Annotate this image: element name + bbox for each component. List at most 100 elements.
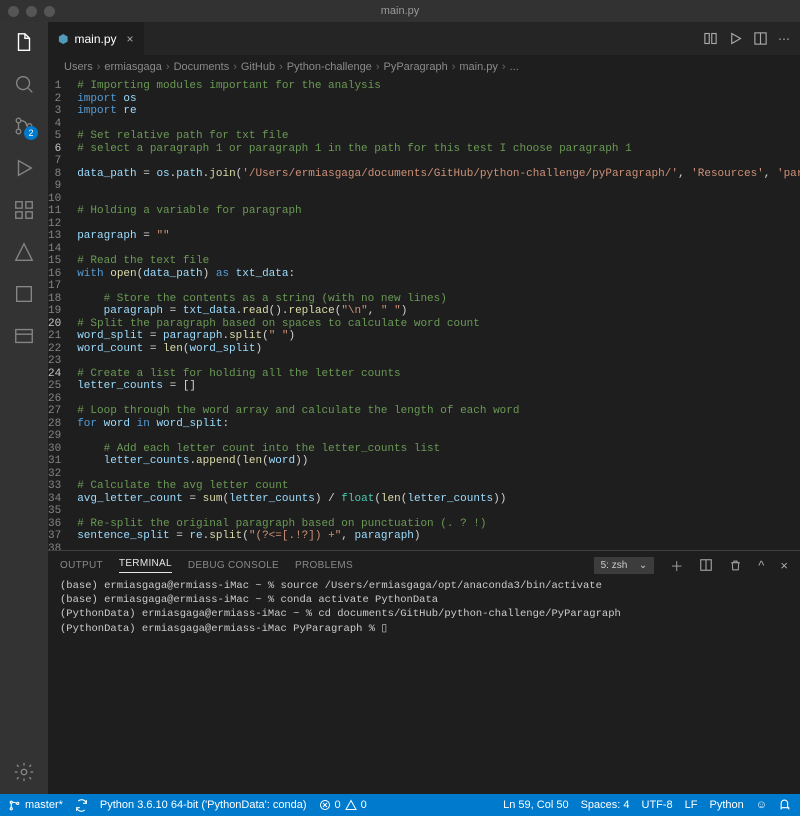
code-line[interactable]: avg_letter_count = sum(letter_counts) / … (77, 493, 800, 506)
code-area[interactable]: # Importing modules important for the an… (77, 78, 800, 550)
minimize-window-icon[interactable] (26, 6, 37, 17)
chevron-right-icon: › (376, 61, 380, 73)
code-line[interactable]: import os (77, 93, 800, 106)
code-line[interactable] (77, 180, 800, 193)
breadcrumb-segment[interactable]: PyParagraph (383, 61, 447, 73)
terminal-selector[interactable]: 5: zsh ⌄ (594, 557, 655, 574)
code-line[interactable]: # Split the paragraph based on spaces to… (77, 318, 800, 331)
eol[interactable]: LF (685, 799, 698, 811)
split-editor-icon[interactable] (753, 31, 768, 46)
plus-icon[interactable]: ＋ (670, 556, 683, 575)
python-interpreter[interactable]: Python 3.6.10 64-bit ('PythonData': cond… (100, 799, 307, 811)
activity-bar: 2 (0, 22, 48, 794)
code-line[interactable]: # Calculate the avg letter count (77, 480, 800, 493)
code-line[interactable] (77, 155, 800, 168)
code-line[interactable]: data_path = os.path.join('/Users/ermiasg… (77, 168, 800, 181)
code-line[interactable]: paragraph = txt_data.read().replace("\n"… (77, 305, 800, 318)
close-window-icon[interactable] (8, 6, 19, 17)
code-line[interactable] (77, 280, 800, 293)
code-line[interactable] (77, 118, 800, 131)
code-line[interactable]: with open(data_path) as txt_data: (77, 268, 800, 281)
code-line[interactable]: # Holding a variable for paragraph (77, 205, 800, 218)
chevron-up-icon[interactable]: ^ (758, 558, 764, 573)
code-line[interactable]: import re (77, 105, 800, 118)
code-line[interactable] (77, 193, 800, 206)
layout-icon[interactable] (12, 324, 36, 348)
cursor-position[interactable]: Ln 59, Col 50 (503, 799, 568, 811)
code-line[interactable] (77, 543, 800, 551)
notifications-icon[interactable] (779, 799, 792, 812)
code-line[interactable]: for word in word_split: (77, 418, 800, 431)
language-mode[interactable]: Python (710, 799, 744, 811)
source-control-icon[interactable]: 2 (12, 114, 36, 138)
python-icon: ⬢ (58, 32, 68, 46)
debug-icon[interactable] (12, 156, 36, 180)
panel-tabs: OUTPUT TERMINAL DEBUG CONSOLE PROBLEMS 5: z… (48, 551, 800, 579)
extensions-icon[interactable] (12, 198, 36, 222)
editor[interactable]: 1234567891011121314151617181920212223242… (48, 78, 800, 550)
code-line[interactable] (77, 393, 800, 406)
code-line[interactable] (77, 243, 800, 256)
breadcrumb-segment[interactable]: Users (64, 61, 93, 73)
indentation[interactable]: Spaces: 4 (581, 799, 630, 811)
trash-icon[interactable] (729, 559, 742, 572)
code-line[interactable]: letter_counts.append(len(word)) (77, 455, 800, 468)
code-line[interactable]: # Re-split the original paragraph based … (77, 518, 800, 531)
panel-tab-debug-console[interactable]: DEBUG CONSOLE (188, 560, 279, 571)
breadcrumb-segment[interactable]: GitHub (241, 61, 275, 73)
window-controls[interactable] (8, 6, 55, 17)
breadcrumb-segment[interactable]: ... (510, 61, 519, 73)
editor-actions: ⋯ (703, 22, 800, 55)
code-line[interactable] (77, 218, 800, 231)
terminal-output[interactable]: (base) ermiasgaga@ermiass-iMac ~ % sourc… (48, 579, 800, 794)
code-line[interactable] (77, 505, 800, 518)
problems-status[interactable]: 0 0 (319, 799, 367, 811)
feedback-icon[interactable]: ☺ (756, 799, 767, 811)
error-count: 0 (335, 799, 341, 811)
bottom-panel: OUTPUT TERMINAL DEBUG CONSOLE PROBLEMS 5: z… (48, 550, 800, 794)
play-icon[interactable] (728, 31, 743, 46)
breadcrumb-segment[interactable]: main.py (459, 61, 498, 73)
branch-label: master* (25, 799, 63, 811)
files-icon[interactable] (12, 30, 36, 54)
breadcrumb-segment[interactable]: Documents (174, 61, 230, 73)
tab-main-py[interactable]: ⬢ main.py × (48, 22, 145, 55)
code-line[interactable]: letter_counts = [] (77, 380, 800, 393)
project-icon[interactable] (12, 282, 36, 306)
breadcrumb-segment[interactable]: ermiasgaga (104, 61, 161, 73)
compare-icon[interactable] (703, 31, 718, 46)
code-line[interactable]: word_split = paragraph.split(" ") (77, 330, 800, 343)
code-line[interactable] (77, 430, 800, 443)
tab-label: main.py (74, 32, 116, 46)
code-line[interactable]: # Set relative path for txt file (77, 130, 800, 143)
maximize-window-icon[interactable] (44, 6, 55, 17)
panel-tab-problems[interactable]: PROBLEMS (295, 560, 353, 571)
chevron-right-icon: › (502, 61, 506, 73)
code-line[interactable]: paragraph = "" (77, 230, 800, 243)
search-icon[interactable] (12, 72, 36, 96)
sync-icon[interactable] (75, 799, 88, 812)
code-line[interactable] (77, 355, 800, 368)
breadcrumb-segment[interactable]: Python-challenge (287, 61, 372, 73)
code-line[interactable]: # select a paragraph 1 or paragraph 1 in… (77, 143, 800, 156)
code-line[interactable]: # Create a list for holding all the lett… (77, 368, 800, 381)
split-icon[interactable] (699, 558, 713, 572)
encoding[interactable]: UTF-8 (642, 799, 673, 811)
close-icon[interactable]: × (780, 558, 788, 573)
azure-icon[interactable] (12, 240, 36, 264)
close-icon[interactable]: × (127, 32, 134, 46)
code-line[interactable]: sentence_split = re.split("(?<=[.!?]) +"… (77, 530, 800, 543)
code-line[interactable] (77, 468, 800, 481)
code-line[interactable]: # Add each letter count into the letter_… (77, 443, 800, 456)
panel-tab-output[interactable]: OUTPUT (60, 560, 103, 571)
ellipsis-icon[interactable]: ⋯ (778, 32, 790, 46)
panel-tab-terminal[interactable]: TERMINAL (119, 558, 172, 573)
gear-icon[interactable] (12, 760, 36, 784)
code-line[interactable]: # Read the text file (77, 255, 800, 268)
code-line[interactable]: # Importing modules important for the an… (77, 80, 800, 93)
breadcrumb[interactable]: Users›ermiasgaga›Documents›GitHub›Python… (48, 56, 800, 78)
git-branch[interactable]: master* (8, 799, 63, 812)
code-line[interactable]: word_count = len(word_split) (77, 343, 800, 356)
code-line[interactable]: # Store the contents as a string (with n… (77, 293, 800, 306)
code-line[interactable]: # Loop through the word array and calcul… (77, 405, 800, 418)
